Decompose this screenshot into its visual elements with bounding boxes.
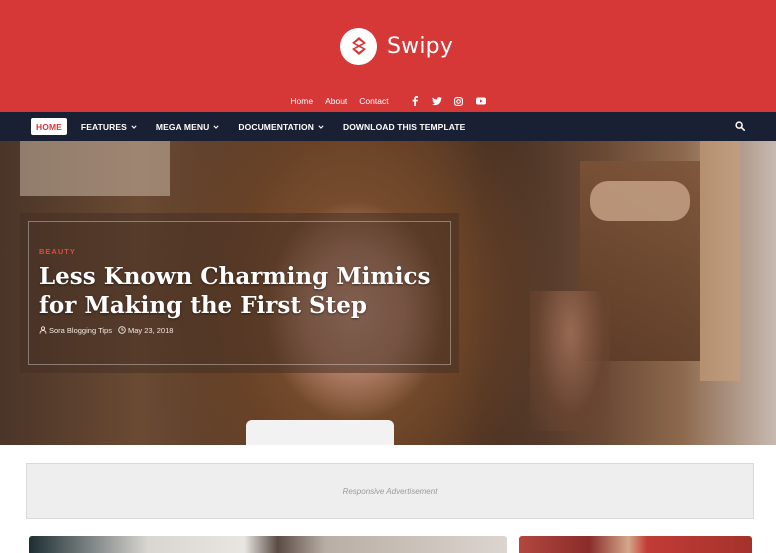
nav-item-documentation[interactable]: DOCUMENTATION <box>233 118 329 135</box>
post-meta: Sora Blogging Tips May 23, 2018 <box>39 324 173 336</box>
nav-item-label: FEATURES <box>80 121 127 132</box>
nav-item-label: MEGA MENU <box>155 121 210 132</box>
top-link-about[interactable]: About <box>325 96 347 106</box>
user-icon <box>39 326 47 334</box>
nav-item-label: HOME <box>36 121 62 132</box>
post-thumbnail[interactable] <box>29 536 507 553</box>
hero-image-background-person <box>530 291 610 431</box>
top-links-bar: Home About Contact <box>0 92 776 110</box>
post-title[interactable]: Less Known Charming Mimics for Making th… <box>39 262 449 320</box>
search-icon[interactable] <box>734 120 746 132</box>
nav-item-download-template[interactable]: DOWNLOAD THIS TEMPLATE <box>338 118 470 135</box>
advertisement-slot[interactable]: Responsive Advertisement <box>26 463 754 519</box>
top-link-contact[interactable]: Contact <box>359 96 388 106</box>
post-category[interactable]: BEAUTY <box>39 247 76 256</box>
clock-icon <box>118 326 126 334</box>
hero-image-window <box>20 141 170 196</box>
top-link-home[interactable]: Home <box>290 96 313 106</box>
site-name: Swipy <box>387 33 454 59</box>
post-author[interactable]: Sora Blogging Tips <box>49 326 112 335</box>
chevron-down-icon <box>131 124 137 129</box>
post-date: May 23, 2018 <box>127 325 174 335</box>
instagram-icon[interactable] <box>453 95 465 107</box>
facebook-icon[interactable] <box>409 95 421 107</box>
twitter-icon[interactable] <box>431 95 443 107</box>
nav-item-home[interactable]: HOME <box>31 118 67 135</box>
featured-post[interactable]: BEAUTY Less Known Charming Mimics for Ma… <box>0 141 776 445</box>
logo-mark-icon <box>340 27 377 65</box>
chevron-down-icon <box>318 124 324 129</box>
hero-image-pillar <box>700 141 740 381</box>
site-header: Swipy Home About Contact <box>0 0 776 112</box>
hero-image-cup <box>246 420 394 445</box>
post-thumbnail[interactable] <box>519 536 752 553</box>
nav-item-mega-menu[interactable]: MEGA MENU <box>151 118 224 135</box>
nav-menu: HOME FEATURES MEGA MENU DOCUMENTATION DO… <box>31 118 479 135</box>
nav-item-label: DOWNLOAD THIS TEMPLATE <box>342 121 466 132</box>
chevron-down-icon <box>213 124 219 129</box>
main-nav: HOME FEATURES MEGA MENU DOCUMENTATION DO… <box>0 112 776 141</box>
site-logo[interactable]: Swipy <box>340 27 453 65</box>
nav-item-label: DOCUMENTATION <box>238 121 314 132</box>
hero-image-pillow <box>590 181 690 221</box>
youtube-icon[interactable] <box>475 95 487 107</box>
nav-item-features[interactable]: FEATURES <box>76 118 142 135</box>
advertisement-label: Responsive Advertisement <box>342 486 438 496</box>
